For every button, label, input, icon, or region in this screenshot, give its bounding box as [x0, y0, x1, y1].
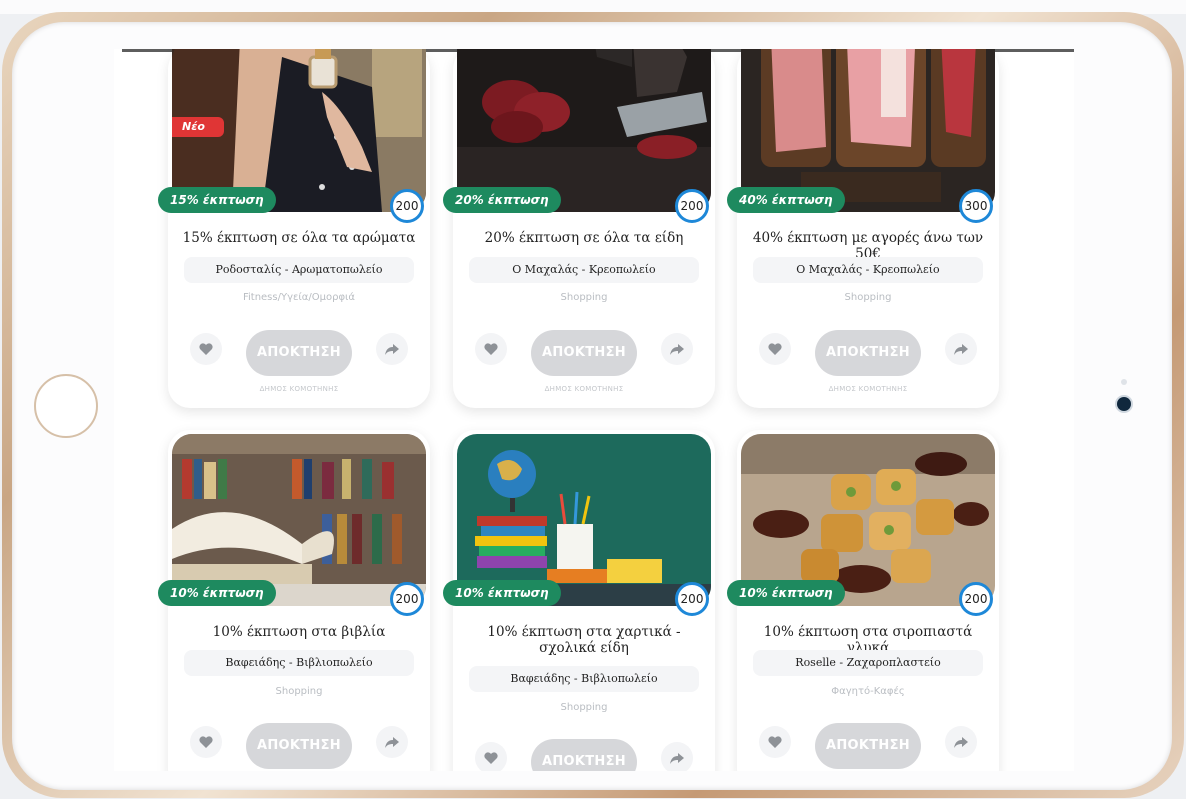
- shop-name[interactable]: Βαφειάδης - Βιβλιοπωλείο: [469, 666, 699, 692]
- points-badge: 200: [675, 582, 709, 616]
- shop-name[interactable]: Βαφειάδης - Βιβλιοπωλείο: [184, 650, 414, 676]
- acquire-button[interactable]: ΑΠΟΚΤΗΣΗ: [815, 723, 921, 769]
- heart-icon: [768, 343, 782, 355]
- offer-category: Φαγητό-Καφές: [831, 686, 905, 697]
- offer-card[interactable]: 10% έκπτωση 200 10% έκπτωση στα σιροπιασ…: [727, 430, 999, 771]
- points-badge: 200: [390, 189, 424, 223]
- heart-icon: [199, 343, 213, 355]
- shop-name[interactable]: Roselle - Ζαχαροπλαστείο: [753, 650, 983, 676]
- camera-lens: [1117, 397, 1131, 411]
- favorite-button[interactable]: [190, 726, 222, 758]
- offer-category: Shopping: [560, 702, 608, 713]
- favorite-button[interactable]: [190, 333, 222, 365]
- shop-name[interactable]: Ροδοσταλίς - Αρωματοπωλείο: [184, 257, 414, 283]
- share-button[interactable]: [376, 726, 408, 758]
- discount-badge: 10% έκπτωση: [443, 580, 561, 606]
- offer-card[interactable]: 20% έκπτωση 200 20% έκπτωση σε όλα τα εί…: [443, 49, 715, 408]
- favorite-button[interactable]: [475, 742, 507, 771]
- favorite-button[interactable]: [475, 333, 507, 365]
- sensor-dot: [1121, 379, 1127, 385]
- points-badge: 300: [959, 189, 993, 223]
- shop-name[interactable]: Ο Μαχαλάς - Κρεοπωλείο: [753, 257, 983, 283]
- municipality: ΔΗΜΟΣ ΚΟΜΟΤΗΝΗΣ: [544, 385, 624, 393]
- municipality: ΔΗΜΟΣ ΚΟΜΟΤΗΝΗΣ: [828, 385, 908, 393]
- share-button[interactable]: [661, 333, 693, 365]
- discount-badge: 10% έκπτωση: [158, 580, 276, 606]
- share-icon: [385, 737, 399, 748]
- offer-title[interactable]: 10% έκπτωση στα βιβλία: [178, 624, 420, 640]
- acquire-button[interactable]: ΑΠΟΚΤΗΣΗ: [815, 330, 921, 376]
- discount-badge: 20% έκπτωση: [443, 187, 561, 213]
- acquire-button[interactable]: ΑΠΟΚΤΗΣΗ: [531, 739, 637, 771]
- acquire-button[interactable]: ΑΠΟΚΤΗΣΗ: [246, 723, 352, 769]
- favorite-button[interactable]: [759, 333, 791, 365]
- offer-card[interactable]: Νέο 15% έκπτωση 200 15% έκπτωση σε όλα τ…: [158, 49, 430, 408]
- offer-category: Shopping: [844, 292, 892, 303]
- offer-category: Fitness/Υγεία/Ομορφιά: [242, 292, 356, 303]
- share-button[interactable]: [945, 333, 977, 365]
- points-badge: 200: [675, 189, 709, 223]
- offer-card[interactable]: 10% έκπτωση 200 10% έκπτωση στα χαρτικά …: [443, 430, 715, 771]
- offer-card[interactable]: 10% έκπτωση 200 10% έκπτωση στα βιβλία Β…: [158, 430, 430, 771]
- share-icon: [670, 753, 684, 764]
- share-icon: [670, 344, 684, 355]
- offer-category: Shopping: [560, 292, 608, 303]
- discount-badge: 10% έκπτωση: [727, 580, 845, 606]
- share-icon: [385, 344, 399, 355]
- share-button[interactable]: [661, 742, 693, 771]
- offer-title[interactable]: 10% έκπτωση στα χαρτικά - σχολικά είδη: [463, 624, 705, 656]
- screen: Νέο 15% έκπτωση 200 15% έκπτωση σε όλα τ…: [114, 49, 1074, 771]
- offer-category: Shopping: [275, 686, 323, 697]
- heart-icon: [768, 736, 782, 748]
- share-button[interactable]: [376, 333, 408, 365]
- share-icon: [954, 344, 968, 355]
- offer-title[interactable]: 20% έκπτωση σε όλα τα είδη: [463, 230, 705, 246]
- points-badge: 200: [959, 582, 993, 616]
- shop-name[interactable]: Ο Μαχαλάς - Κρεοπωλείο: [469, 257, 699, 283]
- heart-icon: [484, 343, 498, 355]
- tablet-frame: Νέο 15% έκπτωση 200 15% έκπτωση σε όλα τ…: [0, 0, 1186, 799]
- offer-card[interactable]: 40% έκπτωση 300 40% έκπτωση με αγορές άν…: [727, 49, 999, 408]
- discount-badge: 40% έκπτωση: [727, 187, 845, 213]
- new-badge: Νέο: [172, 117, 224, 137]
- share-button[interactable]: [945, 726, 977, 758]
- acquire-button[interactable]: ΑΠΟΚΤΗΣΗ: [531, 330, 637, 376]
- municipality: ΔΗΜΟΣ ΚΟΜΟΤΗΝΗΣ: [259, 385, 339, 393]
- points-badge: 200: [390, 582, 424, 616]
- home-button[interactable]: [34, 374, 98, 438]
- discount-badge: 15% έκπτωση: [158, 187, 276, 213]
- heart-icon: [199, 736, 213, 748]
- heart-icon: [484, 752, 498, 764]
- favorite-button[interactable]: [759, 726, 791, 758]
- offer-title[interactable]: 15% έκπτωση σε όλα τα αρώματα: [178, 230, 420, 246]
- acquire-button[interactable]: ΑΠΟΚΤΗΣΗ: [246, 330, 352, 376]
- share-icon: [954, 737, 968, 748]
